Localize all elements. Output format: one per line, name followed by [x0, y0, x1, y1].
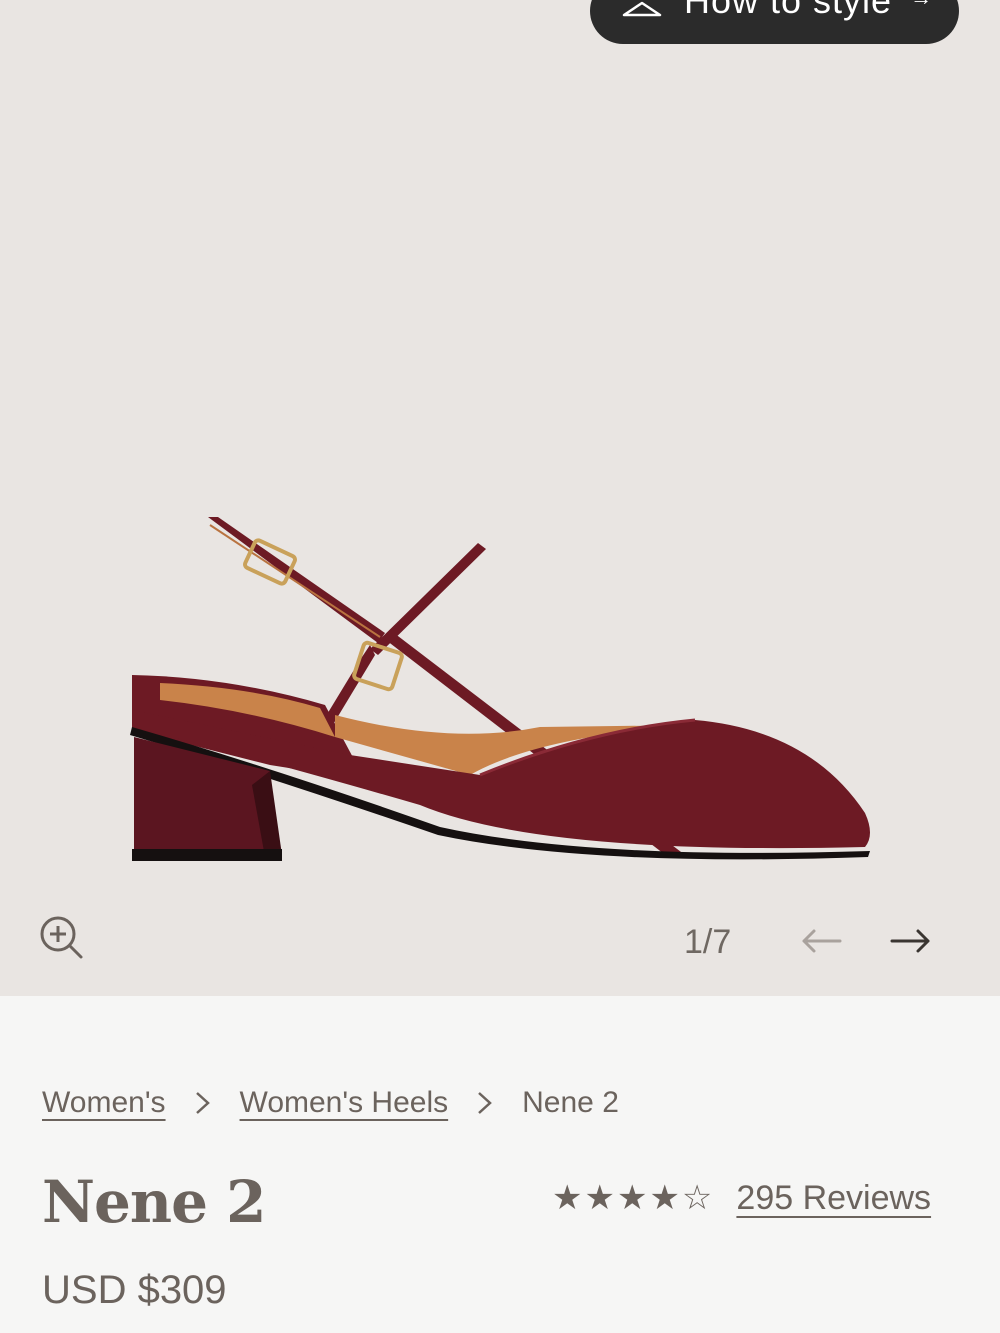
reviews-link[interactable]: 295 Reviews: [736, 1179, 931, 1218]
star-rating-icon: ★★★★☆: [552, 1179, 715, 1217]
arrow-right-icon[interactable]: [890, 928, 932, 954]
how-to-style-label: How to style: [684, 0, 893, 21]
arrow-right-icon: →: [910, 0, 932, 11]
chevron-right-icon: [195, 1092, 210, 1114]
image-counter: 1/7: [684, 923, 732, 961]
hanger-icon: [622, 1, 662, 17]
product-price: USD $309: [42, 1268, 227, 1312]
chevron-right-icon: [478, 1092, 492, 1114]
zoom-in-icon[interactable]: [38, 914, 84, 960]
how-to-style-button[interactable]: How to style →: [590, 0, 959, 44]
arrow-left-icon[interactable]: [800, 928, 842, 954]
breadcrumb-item-womens-heels[interactable]: Women's Heels: [240, 1086, 449, 1120]
product-title: Nene 2: [42, 1168, 267, 1236]
breadcrumb-item-current: Nene 2: [522, 1086, 619, 1119]
product-image-shoe[interactable]: [120, 505, 880, 875]
breadcrumb-item-womens[interactable]: Women's: [42, 1086, 166, 1120]
product-rating: ★★★★☆ 295 Reviews: [552, 1178, 931, 1218]
breadcrumb: Women's Women's Heels Nene 2: [42, 1086, 619, 1120]
product-gallery: How to style → 1/7: [0, 0, 1000, 996]
